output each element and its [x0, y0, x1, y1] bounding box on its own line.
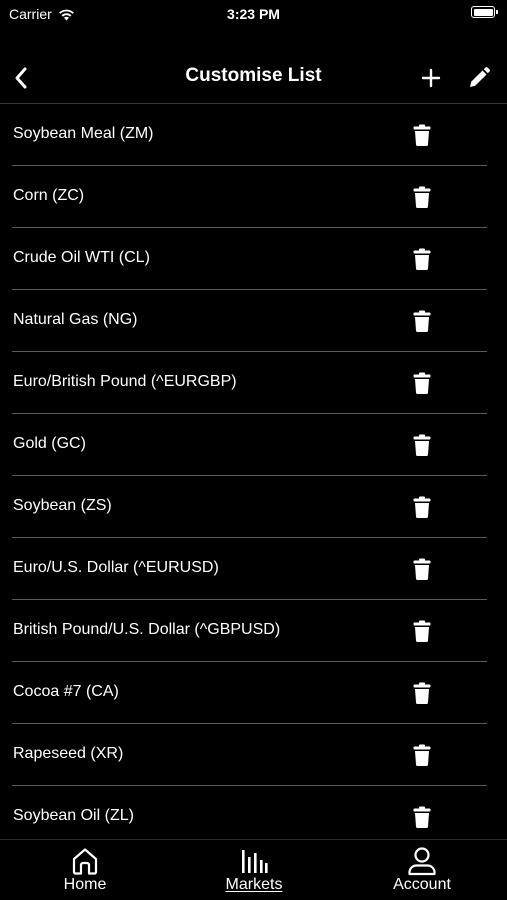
home-icon	[72, 848, 98, 875]
list-item-label: Euro/U.S. Dollar (^EURUSD)	[13, 559, 219, 576]
trash-icon	[413, 310, 431, 332]
trash-icon	[413, 744, 431, 766]
delete-button[interactable]	[411, 371, 433, 395]
list-item[interactable]: Gold (GC)	[0, 414, 507, 476]
trash-icon	[413, 372, 431, 394]
list-item-label: Euro/British Pound (^EURGBP)	[13, 373, 237, 390]
delete-button[interactable]	[411, 743, 433, 767]
delete-button[interactable]	[411, 123, 433, 147]
add-button[interactable]	[419, 66, 443, 90]
tab-home[interactable]: Home	[25, 840, 145, 900]
delete-button[interactable]	[411, 619, 433, 643]
trash-icon	[413, 682, 431, 704]
tab-markets[interactable]: Markets	[194, 840, 314, 900]
list-item-label: Crude Oil WTI (CL)	[13, 249, 150, 266]
user-icon	[408, 847, 436, 876]
list-item-label: Soybean (ZS)	[13, 497, 112, 514]
list-item-label: Cocoa #7 (CA)	[13, 683, 119, 700]
delete-button[interactable]	[411, 805, 433, 829]
list-item[interactable]: Soybean (ZS)	[0, 476, 507, 538]
delete-button[interactable]	[411, 495, 433, 519]
list-item-label: Natural Gas (NG)	[13, 311, 138, 328]
list-item-label: Corn (ZC)	[13, 187, 85, 204]
status-bar: Carrier 3:23 PM	[0, 0, 507, 28]
edit-button[interactable]	[467, 66, 491, 90]
trash-icon	[413, 248, 431, 270]
list-item[interactable]: Cocoa #7 (CA)	[0, 662, 507, 724]
delete-button[interactable]	[411, 433, 433, 457]
tab-markets-label: Markets	[225, 876, 283, 893]
status-time: 3:23 PM	[227, 6, 280, 22]
list-item[interactable]: Corn (ZC)	[0, 166, 507, 228]
trash-icon	[413, 434, 431, 456]
list-item[interactable]: Soybean Oil (ZL)	[0, 786, 507, 840]
plus-icon	[421, 68, 441, 88]
bar-chart-icon	[242, 850, 268, 873]
delete-button[interactable]	[411, 247, 433, 271]
list-item[interactable]: Euro/British Pound (^EURGBP)	[0, 352, 507, 414]
navigation-bar: Customise List	[0, 48, 507, 104]
battery-fill	[473, 8, 493, 16]
list-item-label: Gold (GC)	[13, 435, 86, 452]
list-item-label: Soybean Meal (ZM)	[13, 125, 154, 142]
tab-account-label: Account	[393, 876, 451, 893]
list-item-label: Rapeseed (XR)	[13, 745, 124, 762]
watchlist: Soybean Meal (ZM) Corn (ZC) Crude Oil WT…	[0, 104, 507, 840]
delete-button[interactable]	[411, 185, 433, 209]
delete-button[interactable]	[411, 681, 433, 705]
trash-icon	[413, 620, 431, 642]
list-item-label: Soybean Oil (ZL)	[13, 807, 134, 824]
trash-icon	[413, 496, 431, 518]
list-item[interactable]: Soybean Meal (ZM)	[0, 104, 507, 166]
tab-home-label: Home	[63, 876, 107, 893]
list-item[interactable]: Euro/U.S. Dollar (^EURUSD)	[0, 538, 507, 600]
list-item[interactable]: Crude Oil WTI (CL)	[0, 228, 507, 290]
trash-icon	[413, 186, 431, 208]
delete-button[interactable]	[411, 309, 433, 333]
battery-icon	[471, 6, 498, 18]
trash-icon	[413, 124, 431, 146]
list-item[interactable]: Natural Gas (NG)	[0, 290, 507, 352]
list-item[interactable]: Rapeseed (XR)	[0, 724, 507, 786]
pencil-icon	[470, 67, 490, 87]
delete-button[interactable]	[411, 557, 433, 581]
list-item-label: British Pound/U.S. Dollar (^GBPUSD)	[13, 621, 281, 638]
trash-icon	[413, 806, 431, 828]
list-item[interactable]: British Pound/U.S. Dollar (^GBPUSD)	[0, 600, 507, 662]
trash-icon	[413, 558, 431, 580]
tab-bar: Home Markets Account	[0, 839, 507, 900]
tab-account[interactable]: Account	[362, 840, 482, 900]
